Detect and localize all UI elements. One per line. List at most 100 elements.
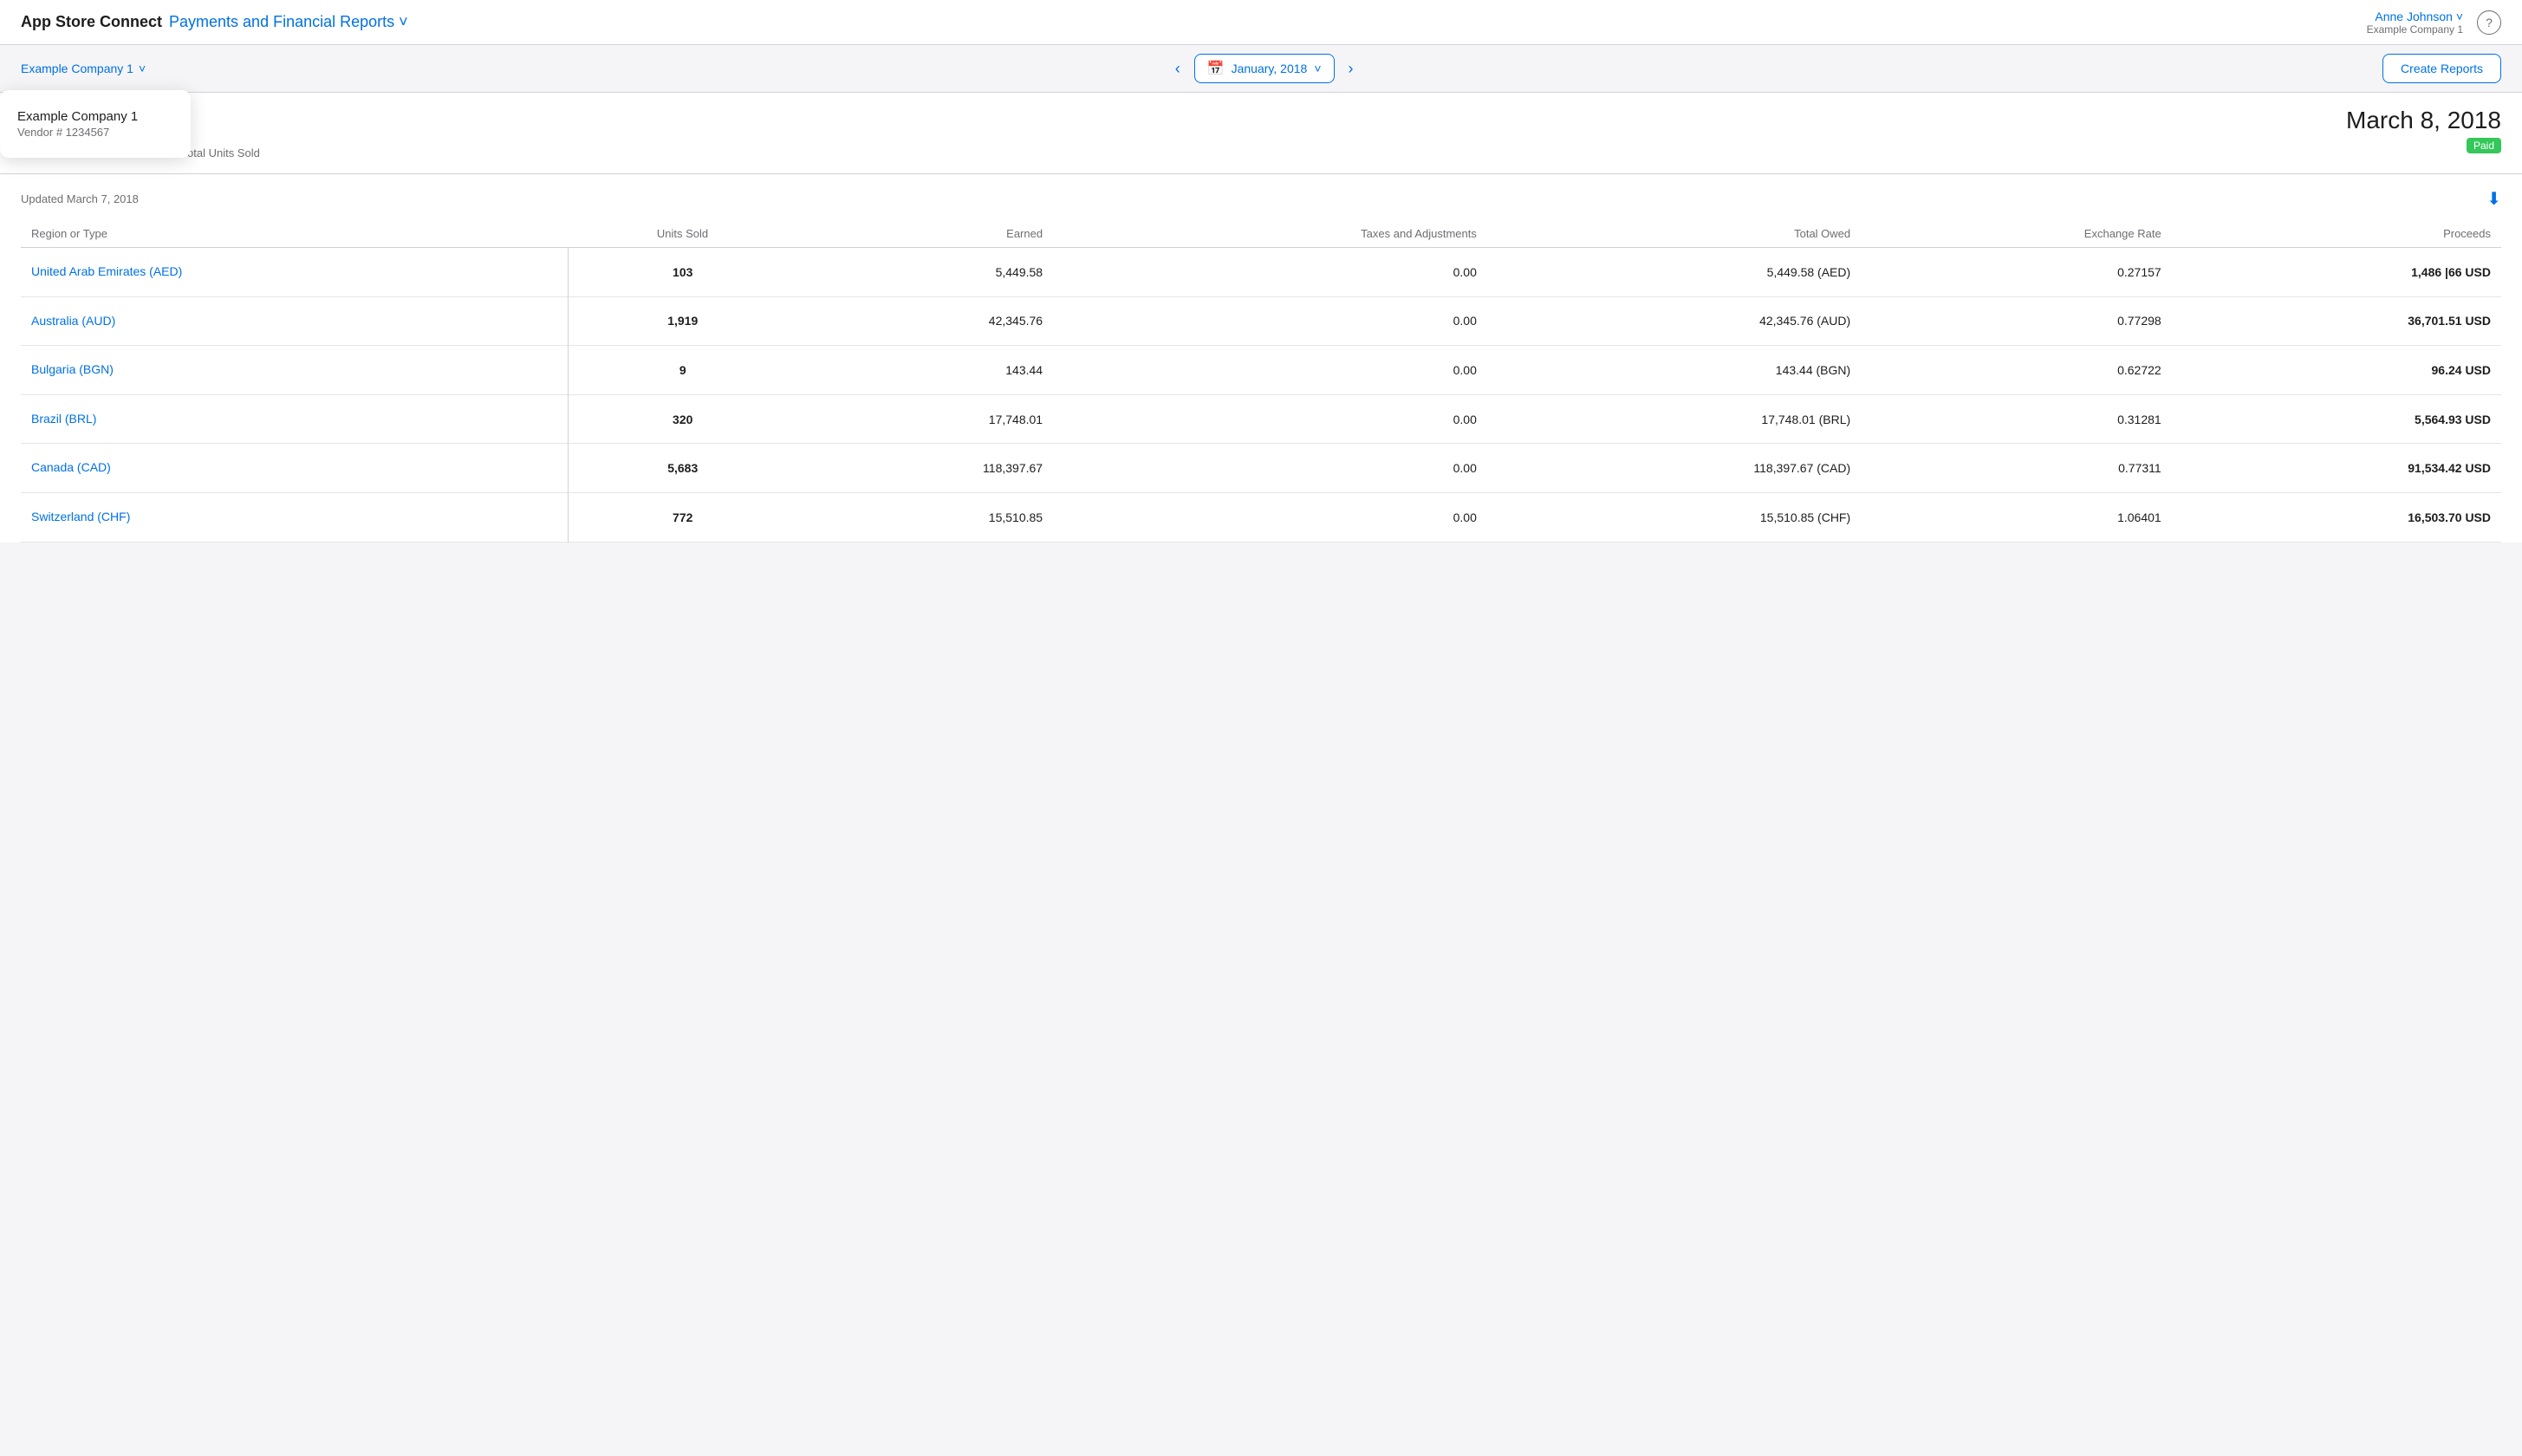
- page-title-link[interactable]: Payments and Financial Reports ˅: [169, 13, 408, 31]
- top-navigation: App Store Connect Payments and Financial…: [0, 0, 2522, 45]
- col-earned: Earned: [797, 220, 1053, 248]
- sub-navigation: Example Company 1 ˅ Example Company 1 Ve…: [0, 45, 2522, 93]
- cell-taxes: 0.00: [1053, 248, 1487, 297]
- cell-exchange-rate: 0.27157: [1861, 248, 2172, 297]
- cell-taxes: 0.00: [1053, 346, 1487, 395]
- cell-taxes: 0.00: [1053, 296, 1487, 346]
- cell-region: United Arab Emirates (AED): [21, 248, 568, 297]
- cell-exchange-rate: 1.06401: [1861, 492, 2172, 542]
- page-title-text: Payments and Financial Reports: [169, 13, 394, 30]
- cell-units: 772: [568, 492, 796, 542]
- col-units: Units Sold: [568, 220, 796, 248]
- company-dropdown: Example Company 1 Vendor # 1234567: [0, 90, 191, 158]
- nav-left: App Store Connect Payments and Financial…: [21, 13, 408, 31]
- user-info: Anne Johnson ˅ Example Company 1: [2367, 10, 2463, 36]
- payment-date: March 8, 2018: [2346, 107, 2501, 134]
- cell-earned: 42,345.76: [797, 296, 1053, 346]
- updated-row: Updated March 7, 2018 ⬇: [21, 188, 2501, 210]
- cell-earned: 15,510.85: [797, 492, 1053, 542]
- cell-proceeds: 16,503.70 USD: [2172, 492, 2501, 542]
- company-selector[interactable]: Example Company 1 ˅: [21, 62, 146, 75]
- cell-total-owed: 143.44 (BGN): [1487, 346, 1861, 395]
- chevron-down-icon: ˅: [399, 13, 408, 30]
- cell-exchange-rate: 0.62722: [1861, 346, 2172, 395]
- cell-proceeds: 36,701.51 USD: [2172, 296, 2501, 346]
- payment-right: March 8, 2018 Paid: [2346, 107, 2501, 153]
- table-row: Australia (AUD) 1,919 42,345.76 0.00 42,…: [21, 296, 2501, 346]
- updated-text: Updated March 7, 2018: [21, 192, 139, 205]
- cell-units: 9: [568, 346, 796, 395]
- user-name[interactable]: Anne Johnson ˅: [2367, 10, 2463, 23]
- cell-units: 5,683: [568, 444, 796, 493]
- chevron-down-icon: ˅: [139, 62, 146, 75]
- cell-earned: 17,748.01: [797, 394, 1053, 444]
- cell-taxes: 0.00: [1053, 492, 1487, 542]
- user-name-text: Anne Johnson: [2375, 10, 2453, 23]
- download-icon[interactable]: ⬇: [2486, 188, 2501, 210]
- col-proceeds: Proceeds: [2172, 220, 2501, 248]
- create-reports-button[interactable]: Create Reports: [2382, 54, 2501, 83]
- cell-total-owed: 118,397.67 (CAD): [1487, 444, 1861, 493]
- table-row: Switzerland (CHF) 772 15,510.85 0.00 15,…: [21, 492, 2501, 542]
- cell-region: Canada (CAD): [21, 444, 568, 493]
- table-row: Brazil (BRL) 320 17,748.01 0.00 17,748.0…: [21, 394, 2501, 444]
- dropdown-company-name: Example Company 1: [17, 109, 173, 124]
- cell-units: 1,919: [568, 296, 796, 346]
- region-link[interactable]: Bulgaria (BGN): [31, 362, 114, 376]
- next-month-button[interactable]: ›: [1342, 56, 1361, 81]
- month-selector[interactable]: 📅 January, 2018 ˅: [1194, 54, 1335, 83]
- dropdown-item[interactable]: Example Company 1 Vendor # 1234567: [0, 101, 191, 147]
- paid-badge: Paid: [2467, 138, 2501, 153]
- company-name: Example Company 1: [21, 62, 133, 75]
- cell-exchange-rate: 0.31281: [1861, 394, 2172, 444]
- dropdown-vendor-id: Vendor # 1234567: [17, 126, 173, 139]
- cell-region: Switzerland (CHF): [21, 492, 568, 542]
- cell-total-owed: 5,449.58 (AED): [1487, 248, 1861, 297]
- table-header-row: Region or Type Units Sold Earned Taxes a…: [21, 220, 2501, 248]
- cell-earned: 118,397.67: [797, 444, 1053, 493]
- prev-month-button[interactable]: ‹: [1168, 56, 1187, 81]
- cell-units: 103: [568, 248, 796, 297]
- nav-right: Anne Johnson ˅ Example Company 1 ?: [2367, 10, 2501, 36]
- cell-taxes: 0.00: [1053, 394, 1487, 444]
- help-button[interactable]: ?: [2477, 10, 2501, 35]
- chevron-down-icon: ˅: [2456, 10, 2463, 23]
- cell-region: Australia (AUD): [21, 296, 568, 346]
- table-row: United Arab Emirates (AED) 103 5,449.58 …: [21, 248, 2501, 297]
- cell-earned: 143.44: [797, 346, 1053, 395]
- cell-region: Brazil (BRL): [21, 394, 568, 444]
- user-company: Example Company 1: [2367, 23, 2463, 36]
- cell-earned: 5,449.58: [797, 248, 1053, 297]
- cell-total-owed: 42,345.76 (AUD): [1487, 296, 1861, 346]
- region-link[interactable]: Australia (AUD): [31, 314, 115, 328]
- region-link[interactable]: Switzerland (CHF): [31, 510, 130, 523]
- month-label: January, 2018: [1232, 62, 1308, 75]
- col-total-owed: Total Owed: [1487, 220, 1861, 248]
- app-title: App Store Connect: [21, 13, 162, 31]
- table-row: Bulgaria (BGN) 9 143.44 0.00 143.44 (BGN…: [21, 346, 2501, 395]
- cell-exchange-rate: 0.77311: [1861, 444, 2172, 493]
- cell-exchange-rate: 0.77298: [1861, 296, 2172, 346]
- region-link[interactable]: Canada (CAD): [31, 460, 111, 474]
- region-link[interactable]: Brazil (BRL): [31, 412, 96, 426]
- cell-proceeds: 91,534.42 USD: [2172, 444, 2501, 493]
- cell-region: Bulgaria (BGN): [21, 346, 568, 395]
- region-link[interactable]: United Arab Emirates (AED): [31, 264, 182, 278]
- cell-units: 320: [568, 394, 796, 444]
- cell-total-owed: 15,510.85 (CHF): [1487, 492, 1861, 542]
- cell-proceeds: 1,486 |66 USD: [2172, 248, 2501, 297]
- payment-summary: ,525 EXAMPLE BANK 1 — 52525 Total Units …: [0, 93, 2522, 174]
- cell-proceeds: 96.24 USD: [2172, 346, 2501, 395]
- col-exchange-rate: Exchange Rate: [1861, 220, 2172, 248]
- financial-table-section: Updated March 7, 2018 ⬇ Region or Type U…: [0, 174, 2522, 543]
- month-navigation: ‹ 📅 January, 2018 ˅ ›: [1168, 54, 1361, 83]
- units-label: Total Units Sold: [182, 146, 260, 159]
- col-taxes: Taxes and Adjustments: [1053, 220, 1487, 248]
- calendar-icon: 📅: [1207, 60, 1225, 77]
- financial-table: Region or Type Units Sold Earned Taxes a…: [21, 220, 2501, 543]
- cell-taxes: 0.00: [1053, 444, 1487, 493]
- chevron-down-icon: ˅: [1314, 62, 1321, 75]
- table-row: Canada (CAD) 5,683 118,397.67 0.00 118,3…: [21, 444, 2501, 493]
- cell-proceeds: 5,564.93 USD: [2172, 394, 2501, 444]
- cell-total-owed: 17,748.01 (BRL): [1487, 394, 1861, 444]
